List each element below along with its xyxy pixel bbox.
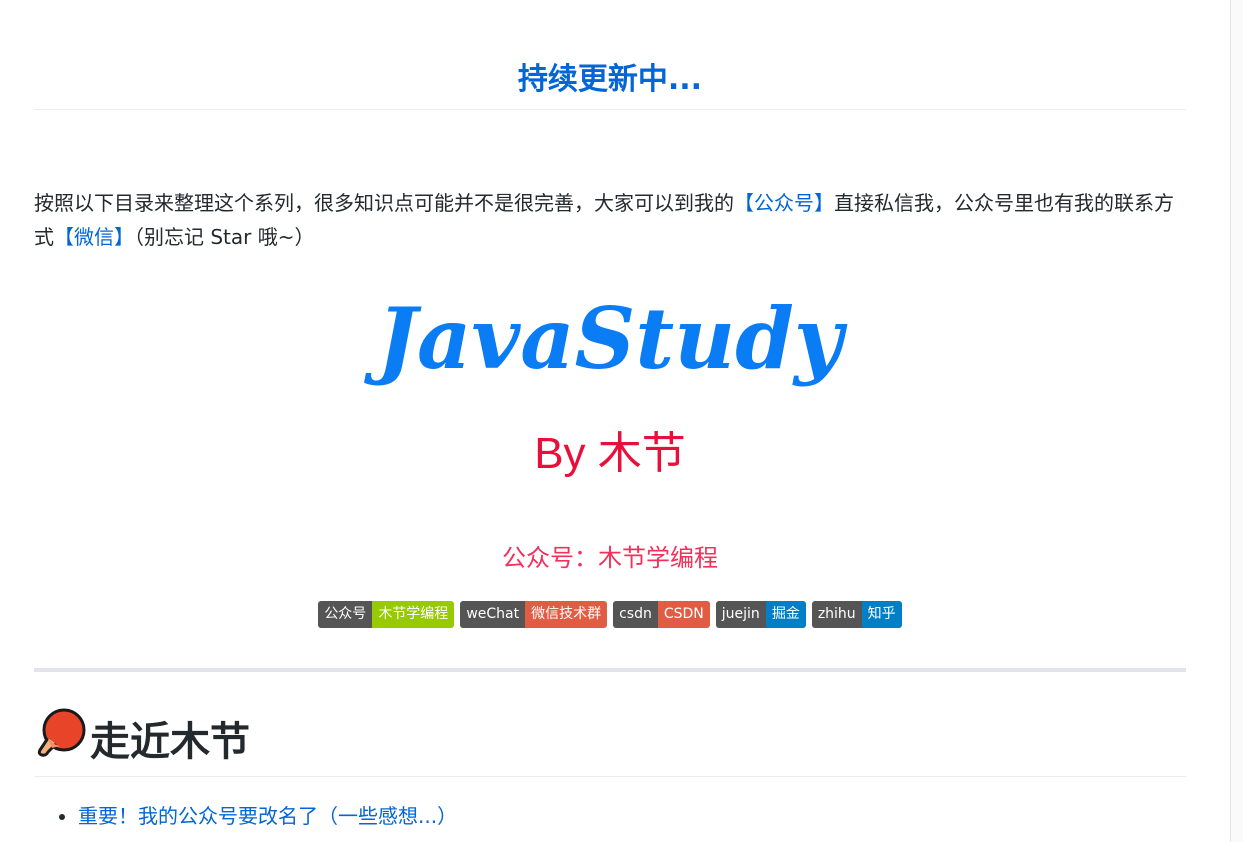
badge-1[interactable]: weChat 微信技术群: [460, 601, 608, 628]
page-title: 持续更新中...: [517, 62, 703, 97]
list-item: 重要！我的公众号要改名了（一些感想...）: [78, 798, 457, 834]
javastudy-logo: JavaStudy By 木节 公众号：木节学编程: [34, 282, 1186, 572]
logo-account-text: 公众号：木节学编程: [502, 545, 718, 572]
title-divider: [34, 109, 1186, 110]
badge-value: 木节学编程: [372, 601, 455, 628]
intro-text-3: （别忘记 Star 哦~）: [134, 225, 315, 249]
badge-4[interactable]: zhihu 知乎: [811, 601, 902, 628]
badge-label: zhihu: [811, 601, 862, 628]
section-heading-text: 走近木节: [90, 718, 250, 765]
intro-paragraph: 按照以下目录来整理这个系列，很多知识点可能并不是很完善，大家可以到我的【公众号】…: [34, 186, 1186, 254]
badge-value: 掘金: [765, 601, 806, 628]
badge-0[interactable]: 公众号 木节学编程: [318, 601, 455, 628]
section-divider: [34, 668, 1186, 672]
logo-main-text: JavaStudy: [363, 289, 848, 388]
badge-value: CSDN: [657, 601, 710, 628]
article-list: 重要！我的公众号要改名了（一些感想...）: [34, 798, 457, 834]
badge-label: 公众号: [318, 601, 373, 628]
ping-pong-paddle-icon: [34, 708, 86, 775]
badge-3[interactable]: juejin 掘金: [715, 601, 806, 628]
intro-text-1: 按照以下目录来整理这个系列，很多知识点可能并不是很完善，大家可以到我的: [34, 191, 734, 215]
badge-value: 知乎: [861, 601, 902, 628]
badge-row: 公众号 木节学编程 weChat 微信技术群 csdn CSDN juejin 掘金 zhihu…: [34, 601, 1186, 628]
official-account-link[interactable]: 【公众号】: [734, 191, 834, 215]
section-heading-divider: [34, 776, 1186, 777]
badge-value: 微信技术群: [525, 601, 608, 628]
wechat-link[interactable]: 【微信】: [54, 225, 134, 249]
badge-2[interactable]: csdn CSDN: [613, 601, 710, 628]
article-link[interactable]: 重要！我的公众号要改名了（一些感想...）: [78, 804, 457, 828]
section-heading: 走近木节: [34, 708, 250, 775]
badge-label: juejin: [715, 601, 766, 628]
badge-label: csdn: [613, 601, 658, 628]
badge-label: weChat: [460, 601, 526, 628]
logo-byline-text: By 木节: [534, 429, 686, 478]
vertical-scrollbar[interactable]: [1230, 0, 1243, 842]
